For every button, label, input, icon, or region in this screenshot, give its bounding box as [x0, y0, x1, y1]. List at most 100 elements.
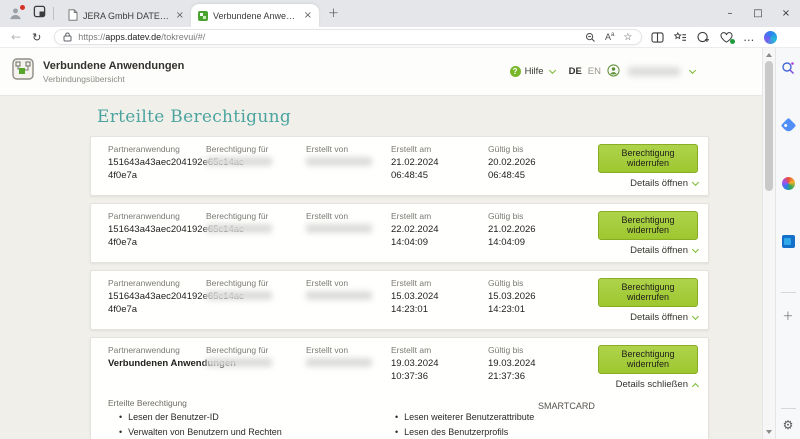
browser-essentials-icon[interactable] — [720, 32, 733, 43]
chevron-down-icon — [692, 245, 699, 252]
valid-date: 21.02.2026 — [488, 223, 598, 236]
column-label-valid-until: Gültig bis — [488, 211, 598, 221]
help-icon[interactable]: ? — [510, 66, 521, 77]
sidebar-settings-icon[interactable]: ⚙ — [783, 418, 794, 432]
favorites-bar-icon[interactable] — [674, 32, 687, 43]
tab-verbundene-anwendungen[interactable]: Verbundene Anwendungen × — [191, 4, 319, 27]
scroll-up-arrow[interactable] — [766, 53, 772, 57]
created-date: 22.02.2024 — [391, 223, 488, 236]
workspaces-icon[interactable] — [33, 5, 46, 23]
sidebar-shopping-icon[interactable] — [781, 118, 796, 133]
divider — [781, 292, 796, 293]
permission-item: Lesen des Benutzerprofils — [395, 427, 534, 439]
created-time: 14:04:09 — [391, 236, 488, 249]
sidebar-outlook-icon[interactable] — [781, 234, 796, 249]
redacted-created-by — [306, 157, 372, 166]
vertical-scrollbar[interactable] — [762, 48, 775, 439]
chevron-down-icon — [692, 312, 699, 319]
tab-close-icon[interactable]: × — [304, 11, 312, 21]
column-label-created-by: Erstellt von — [306, 144, 391, 154]
revoke-permission-button[interactable]: Berechtigung widerrufen — [598, 278, 698, 307]
help-link[interactable]: Hilfe — [525, 66, 544, 77]
details-toggle[interactable]: Details öffnen — [630, 245, 698, 256]
redacted-permission-for — [206, 157, 272, 166]
created-time: 06:48:45 — [391, 169, 488, 182]
scroll-down-arrow[interactable] — [766, 430, 772, 434]
column-label-partner: Partneranwendung — [108, 345, 206, 355]
granted-permissions-label: Erteilte Berechtigung — [108, 398, 708, 408]
new-tab-button[interactable]: + — [328, 6, 339, 21]
permission-card: Partneranwendung 151643a43aec204192e65c1… — [90, 203, 709, 263]
valid-time: 14:04:09 — [488, 236, 598, 249]
chevron-down-icon[interactable] — [689, 66, 696, 73]
tab-jera[interactable]: JERA GmbH DATEV Interface × — [61, 4, 191, 27]
permission-item: Verwalten von Benutzern und Rechten — [119, 427, 395, 439]
split-screen-icon[interactable] — [651, 32, 664, 43]
column-label-partner: Partneranwendung — [108, 211, 206, 221]
lock-icon[interactable] — [63, 32, 72, 42]
page-content: Verbundene Anwendungen Verbindungsübersi… — [0, 48, 800, 439]
valid-date: 20.02.2026 — [488, 156, 598, 169]
redacted-username — [628, 67, 680, 76]
edge-sidebar: + ⚙ — [775, 48, 800, 439]
details-toggle[interactable]: Details öffnen — [630, 178, 698, 189]
sidebar-search-icon[interactable] — [781, 60, 796, 75]
tab-close-icon[interactable]: × — [176, 11, 184, 21]
chevron-down-icon[interactable] — [549, 66, 556, 73]
page-title: Erteilte Berechtigung — [97, 107, 762, 127]
details-toggle[interactable]: Details schließen — [616, 379, 698, 390]
sidebar-games-icon[interactable] — [781, 176, 796, 191]
maximize-button[interactable]: □ — [744, 8, 772, 19]
column-label-created-by: Erstellt von — [306, 278, 391, 288]
settings-overflow-icon[interactable]: … — [743, 31, 754, 44]
address-bar[interactable]: https://apps.datev.de/tokrevui/#/ Aa ☆ — [54, 29, 642, 45]
notification-dot — [20, 5, 25, 10]
tab-title: Verbundene Anwendungen — [213, 11, 299, 21]
valid-date: 19.03.2024 — [488, 357, 598, 370]
minimize-button[interactable]: – — [716, 8, 744, 19]
scrollbar-thumb[interactable] — [765, 61, 773, 191]
expanded-details: Erteilte Berechtigung Lesen der Benutzer… — [91, 396, 708, 439]
datev-favicon — [198, 11, 208, 21]
sidebar-add-icon[interactable]: + — [781, 309, 796, 324]
revoke-permission-button[interactable]: Berechtigung widerrufen — [598, 144, 698, 173]
created-time: 10:37:36 — [391, 370, 488, 383]
refresh-button[interactable]: ↻ — [32, 32, 41, 43]
user-icon[interactable] — [607, 64, 620, 80]
copilot-icon[interactable] — [764, 31, 777, 44]
column-label-valid-until: Gültig bis — [488, 345, 598, 355]
app-title: Verbundene Anwendungen — [43, 60, 184, 72]
auth-type-badge: SMARTCARD — [538, 401, 595, 411]
divider — [53, 7, 54, 20]
revoke-permission-button[interactable]: Berechtigung widerrufen — [598, 211, 698, 240]
back-button[interactable]: ← — [11, 31, 21, 43]
collections-icon[interactable] — [697, 31, 710, 43]
language-en[interactable]: EN — [588, 66, 601, 77]
permission-card-expanded: Partneranwendung Verbundenen Anwendungen… — [90, 337, 709, 439]
read-aloud-icon[interactable]: Aa — [605, 32, 614, 42]
column-label-partner: Partneranwendung — [108, 278, 206, 288]
column-label-created-at: Erstellt am — [391, 211, 488, 221]
redacted-created-by — [306, 224, 372, 233]
redacted-permission-for — [206, 291, 272, 300]
browser-toolbar: ← ↻ https://apps.datev.de/tokrevui/#/ Aa… — [0, 27, 800, 48]
permission-card: Partneranwendung 151643a43aec204192e65c1… — [90, 136, 709, 196]
created-date: 19.03.2024 — [391, 357, 488, 370]
chevron-down-icon — [692, 178, 699, 185]
close-window-button[interactable]: × — [772, 8, 800, 19]
app-subtitle: Verbindungsübersicht — [43, 74, 184, 84]
revoke-permission-button[interactable]: Berechtigung widerrufen — [598, 345, 698, 374]
favorite-star-icon[interactable]: ☆ — [623, 32, 632, 43]
details-toggle[interactable]: Details öffnen — [630, 312, 698, 323]
language-de[interactable]: DE — [569, 66, 582, 77]
window-controls: – □ × — [716, 0, 800, 26]
zoom-out-icon[interactable] — [585, 32, 596, 43]
valid-date: 15.03.2026 — [488, 290, 598, 303]
profile-avatar-icon[interactable] — [8, 6, 24, 22]
app-logo-icon — [12, 58, 34, 85]
column-label-created-by: Erstellt von — [306, 345, 391, 355]
tab-title: JERA GmbH DATEV Interface — [83, 11, 171, 21]
column-label-permission-for: Berechtigung für — [206, 144, 306, 154]
valid-time: 21:37:36 — [488, 370, 598, 383]
column-label-created-by: Erstellt von — [306, 211, 391, 221]
